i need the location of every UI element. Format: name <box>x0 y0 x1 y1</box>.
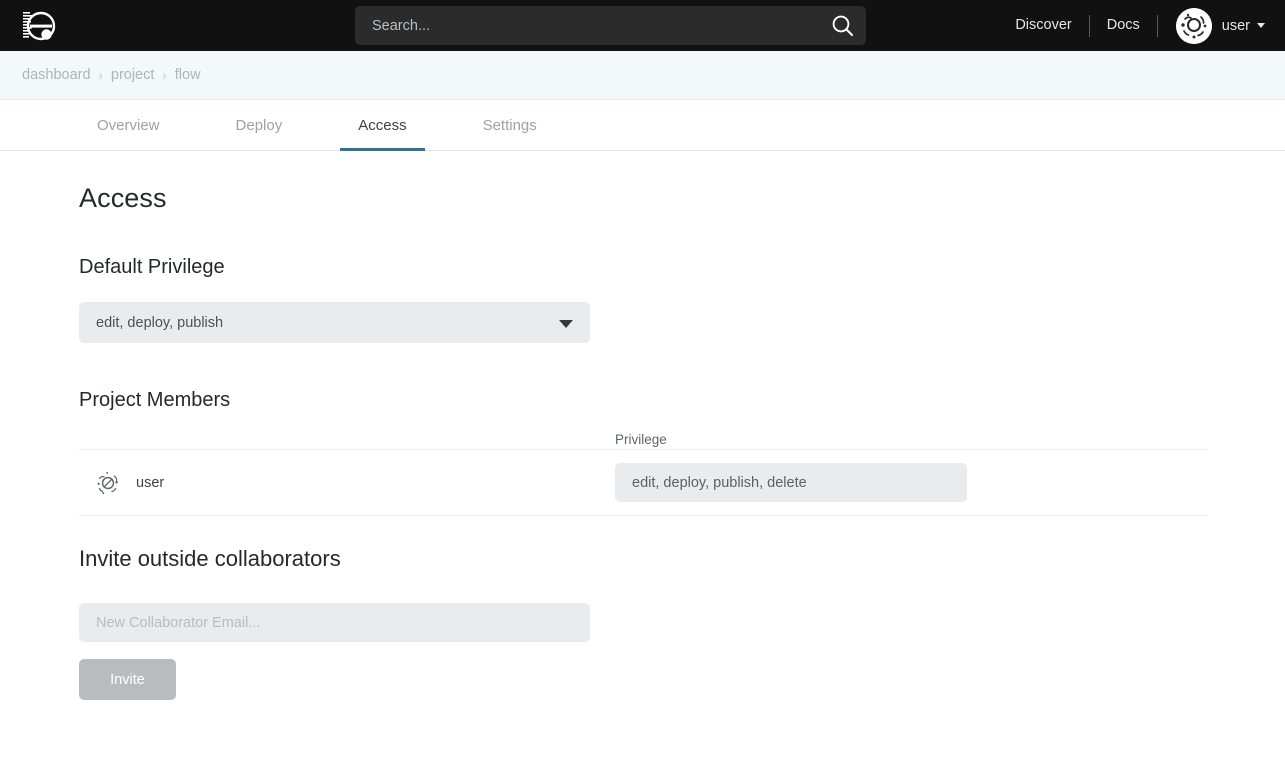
breadcrumb-separator-icon: › <box>162 67 167 83</box>
user-avatar-identicon-icon <box>1175 7 1212 44</box>
circular-app-logo-icon <box>23 11 56 41</box>
table-row: user edit, deploy, publish, delete <box>79 450 1207 516</box>
column-header-privilege: Privilege <box>615 431 1207 449</box>
column-header-privilege-label: Privilege <box>615 432 667 447</box>
tab-bar: Overview Deploy Access Settings <box>0 100 1285 151</box>
breadcrumb-item-dashboard[interactable]: dashboard <box>22 67 91 83</box>
nav-divider-2 <box>1156 14 1158 37</box>
top-navigation-bar: Discover Docs user <box>0 0 1285 51</box>
default-privilege-heading: Default Privilege <box>79 256 225 278</box>
member-name-cell: user <box>79 467 615 498</box>
default-privilege-select[interactable]: edit, deploy, publish <box>79 302 590 343</box>
caret-down-icon <box>559 319 573 328</box>
table-header-row: Privilege <box>79 424 1207 450</box>
breadcrumb-separator-icon: › <box>98 67 103 83</box>
page-title: Access <box>79 183 167 213</box>
member-privilege-cell: edit, deploy, publish, delete <box>615 463 1207 502</box>
search-button[interactable] <box>820 6 866 45</box>
tab-overview[interactable]: Overview <box>79 100 178 150</box>
search-icon <box>832 15 854 36</box>
nav-right-group: Discover Docs user <box>998 0 1271 51</box>
search-bar[interactable] <box>355 6 866 45</box>
breadcrumb: dashboard › project › flow <box>0 51 1285 100</box>
nav-link-docs[interactable]: Docs <box>1090 0 1157 51</box>
member-name: user <box>136 474 165 491</box>
tab-settings[interactable]: Settings <box>465 100 555 150</box>
user-menu[interactable]: user <box>1222 18 1271 34</box>
breadcrumb-item-project[interactable]: project <box>111 67 155 83</box>
project-members-table: Privilege user edit, deploy, publish, de… <box>79 424 1207 516</box>
main-content: Access Default Privilege edit, deploy, p… <box>0 183 1285 700</box>
member-avatar-identicon-icon <box>93 467 123 498</box>
collaborator-email-input[interactable] <box>79 603 590 642</box>
member-privilege-select[interactable]: edit, deploy, publish, delete <box>615 463 967 502</box>
user-avatar[interactable] <box>1175 7 1212 44</box>
chevron-down-icon <box>1257 23 1265 28</box>
default-privilege-value: edit, deploy, publish <box>96 314 224 331</box>
nav-link-discover[interactable]: Discover <box>998 0 1088 51</box>
invite-heading: Invite outside collaborators <box>79 546 341 571</box>
app-logo-icon[interactable] <box>18 5 60 47</box>
project-members-heading: Project Members <box>79 389 231 411</box>
user-menu-label: user <box>1221 17 1250 34</box>
tab-access[interactable]: Access <box>340 100 425 151</box>
breadcrumb-item-flow[interactable]: flow <box>175 67 201 83</box>
tab-deploy[interactable]: Deploy <box>218 100 301 150</box>
invite-button[interactable]: Invite <box>79 659 176 700</box>
search-input[interactable] <box>355 6 820 45</box>
